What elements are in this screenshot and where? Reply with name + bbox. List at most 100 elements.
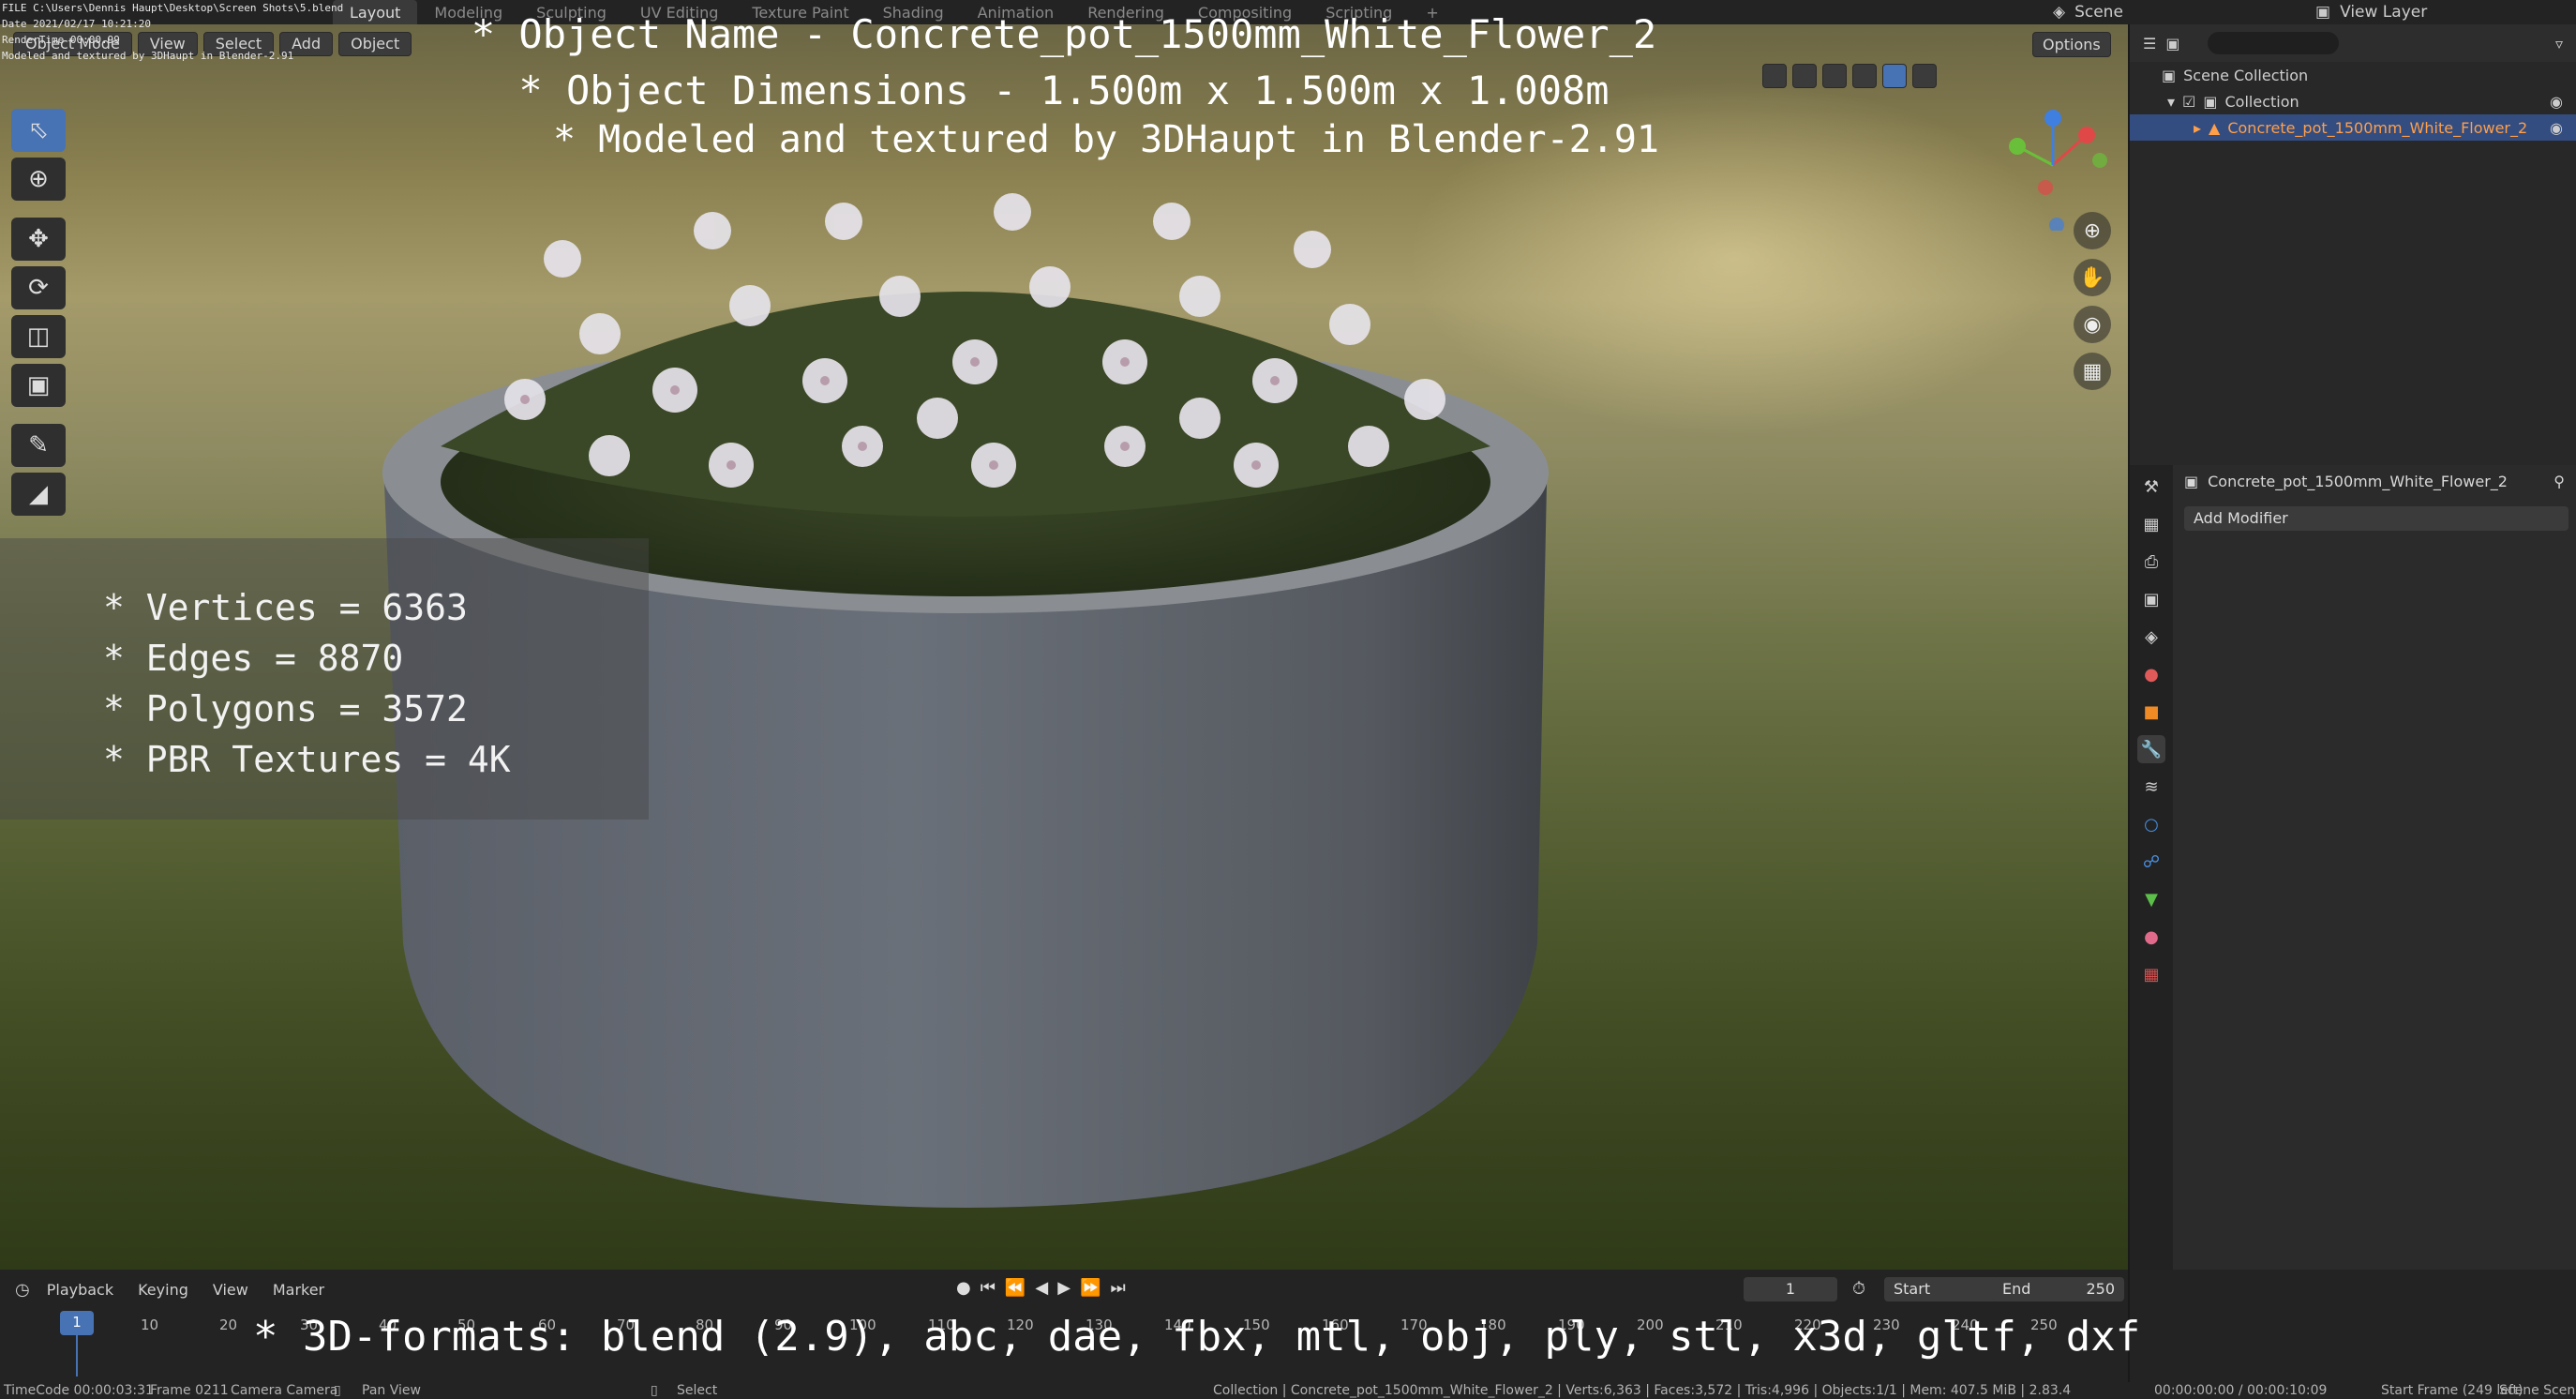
status-bar: TimeCode 00:00:03:31 Frame 0211 Camera C… bbox=[0, 1382, 2576, 1399]
play-icon[interactable]: ▶ bbox=[1057, 1278, 1071, 1298]
display-mode-icon[interactable]: ☰ bbox=[2143, 35, 2156, 53]
collection-label: Collection bbox=[2224, 92, 2299, 111]
object-label: Concrete_pot_1500mm_White_Flower_2 bbox=[2227, 118, 2528, 137]
checkbox-icon[interactable]: ☑ bbox=[2182, 93, 2195, 111]
chevron-down-icon[interactable]: ▾ bbox=[2167, 93, 2175, 111]
status-pan-view: Pan View bbox=[362, 1383, 421, 1398]
viewport-navigation: ⊕ ✋ ◉ ▦ bbox=[2074, 212, 2111, 390]
ruler-tick: 20 bbox=[219, 1316, 238, 1333]
status-camera: Camera Camera bbox=[231, 1383, 338, 1398]
end-value: 250 bbox=[2086, 1280, 2115, 1298]
timeline-side-area bbox=[2128, 1270, 2576, 1382]
outliner-search-input[interactable] bbox=[2208, 32, 2340, 54]
output-tab-icon[interactable]: ⎙ bbox=[2137, 548, 2165, 576]
material-tab-icon[interactable]: ● bbox=[2137, 923, 2165, 951]
view-layer-selector[interactable]: ▣ View Layer bbox=[2315, 0, 2427, 24]
stopwatch-icon[interactable]: ⏱ bbox=[1852, 1279, 1865, 1299]
collection-row[interactable]: ▾ ☑ ▣ Collection ◉ bbox=[2130, 88, 2576, 114]
tool-tab-icon[interactable]: ⚒ bbox=[2137, 473, 2165, 501]
end-frame-field[interactable]: End 250 bbox=[1993, 1277, 2124, 1301]
annotate-icon[interactable]: ✎ bbox=[11, 424, 66, 467]
chevron-right-icon[interactable]: ▸ bbox=[2194, 119, 2201, 137]
render-tab-icon[interactable]: ▦ bbox=[2137, 510, 2165, 538]
prev-keyframe-icon[interactable]: ⏪ bbox=[1005, 1278, 1026, 1298]
cursor-icon[interactable]: ⊕ bbox=[11, 158, 66, 201]
scene-tab-icon[interactable]: ◈ bbox=[2137, 623, 2165, 651]
next-keyframe-icon[interactable]: ⏩ bbox=[1080, 1278, 1101, 1298]
tool-shelf: ⬁ ⊕ ✥ ⟳ ◫ ▣ ✎ ◢ bbox=[11, 109, 66, 516]
view-icon[interactable]: ▣ bbox=[2165, 35, 2179, 53]
scene-collection-label: Scene Collection bbox=[2183, 66, 2309, 84]
formats-caption: * 3D-formats: blend (2.9), abc, dae, fbx… bbox=[253, 1313, 2141, 1361]
status-select: Select bbox=[677, 1383, 718, 1398]
texture-tab-icon[interactable]: ▦ bbox=[2137, 960, 2165, 988]
constraints-tab-icon[interactable]: ☍ bbox=[2137, 848, 2165, 876]
collection-icon: ▣ bbox=[2162, 66, 2177, 84]
object-name-caption: * Object Name - Concrete_pot_1500mm_Whit… bbox=[471, 11, 1657, 57]
start-label: Start bbox=[1894, 1280, 1931, 1298]
pan-hand-icon[interactable]: ✋ bbox=[2074, 259, 2111, 296]
measure-icon[interactable]: ◢ bbox=[11, 473, 66, 516]
playback-controls: ● ⏮ ⏪ ◀ ▶ ⏩ ⏭ bbox=[956, 1278, 1126, 1298]
playhead-line bbox=[76, 1335, 78, 1376]
record-icon[interactable]: ● bbox=[956, 1278, 971, 1298]
textures-stat: * PBR Textures = 4K bbox=[103, 739, 511, 780]
collection-icon: ▣ bbox=[2203, 92, 2218, 111]
scene-collection-row[interactable]: ▣ Scene Collection bbox=[2130, 62, 2576, 88]
mouse-icon: ▯ bbox=[334, 1383, 341, 1398]
properties-tabs: ⚒ ▦ ⎙ ▣ ◈ ● ■ 🔧 ≋ ○ ☍ ▼ ● ▦ bbox=[2130, 465, 2173, 1270]
polygons-stat: * Polygons = 3572 bbox=[103, 688, 468, 730]
scale-icon[interactable]: ◫ bbox=[11, 315, 66, 358]
play-reverse-icon[interactable]: ◀ bbox=[1035, 1278, 1048, 1298]
properties-header: ▣ Concrete_pot_1500mm_White_Flower_2 ⚲ bbox=[2173, 465, 2576, 497]
rotate-icon[interactable]: ⟳ bbox=[11, 266, 66, 309]
jump-start-icon[interactable]: ⏮ bbox=[981, 1278, 996, 1298]
author-caption: * Modeled and textured by 3DHaupt in Ble… bbox=[552, 118, 1660, 161]
ortho-grid-icon[interactable]: ▦ bbox=[2074, 353, 2111, 390]
zoom-icon[interactable]: ⊕ bbox=[2074, 212, 2111, 249]
object-dimensions-caption: * Object Dimensions - 1.500m x 1.500m x … bbox=[518, 68, 1610, 113]
eye-icon[interactable]: ◉ bbox=[2550, 119, 2563, 137]
data-tab-icon[interactable]: ▼ bbox=[2137, 885, 2165, 913]
camera-view-icon[interactable]: ◉ bbox=[2074, 306, 2111, 343]
tool-separator bbox=[11, 206, 66, 212]
status-scene: Scene Scene bbox=[2499, 1383, 2576, 1398]
status-frame: Frame 0211 bbox=[150, 1383, 229, 1398]
vertices-stat: * Vertices = 6363 bbox=[103, 587, 468, 628]
edges-stat: * Edges = 8870 bbox=[103, 638, 404, 679]
world-tab-icon[interactable]: ● bbox=[2137, 660, 2165, 688]
timeline-header: ◷ Playback Keying View Marker ● ⏮ ⏪ ◀ ▶ … bbox=[0, 1270, 2128, 1309]
move-icon[interactable]: ✥ bbox=[11, 218, 66, 261]
menu-keying[interactable]: Keying bbox=[130, 1281, 196, 1299]
eye-icon[interactable]: ◉ bbox=[2550, 93, 2563, 111]
jump-end-icon[interactable]: ⏭ bbox=[1110, 1278, 1125, 1298]
status-timecode: TimeCode 00:00:03:31 bbox=[4, 1383, 154, 1398]
physics-tab-icon[interactable]: ○ bbox=[2137, 810, 2165, 838]
stats-panel: * Vertices = 6363 * Edges = 8870 * Polyg… bbox=[0, 538, 649, 820]
outliner-panel: ☰ ▣ ▿ ▣ Scene Collection ▾ ☑ ▣ Collectio… bbox=[2128, 24, 2576, 465]
end-label: End bbox=[2002, 1280, 2031, 1298]
modifier-tab-icon[interactable]: 🔧 bbox=[2137, 735, 2165, 763]
view-layer-label: View Layer bbox=[2340, 3, 2428, 22]
filter-icon[interactable]: ▿ bbox=[2555, 35, 2563, 53]
playhead[interactable]: 1 bbox=[60, 1311, 94, 1335]
menu-timeline-view[interactable]: View bbox=[205, 1281, 256, 1299]
properties-panel: ⚒ ▦ ⎙ ▣ ◈ ● ■ 🔧 ≋ ○ ☍ ▼ ● ▦ ▣ Concrete_p… bbox=[2128, 465, 2576, 1270]
editor-type-icon[interactable]: ◷ bbox=[15, 1280, 30, 1300]
object-tab-icon[interactable]: ■ bbox=[2137, 698, 2165, 726]
current-frame-field[interactable]: 1 bbox=[1744, 1277, 1837, 1301]
status-time: 00:00:00:00 / 00:00:10:09 bbox=[2154, 1383, 2328, 1398]
view-layer-tab-icon[interactable]: ▣ bbox=[2137, 585, 2165, 613]
menu-playback[interactable]: Playback bbox=[39, 1281, 121, 1299]
particles-tab-icon[interactable]: ≋ bbox=[2137, 773, 2165, 801]
blender-window: Layout Modeling Sculpting UV Editing Tex… bbox=[0, 0, 2576, 1399]
menu-marker[interactable]: Marker bbox=[265, 1281, 332, 1299]
object-row[interactable]: ▸ ▲ Concrete_pot_1500mm_White_Flower_2 ◉ bbox=[2130, 114, 2576, 141]
properties-object-name: Concrete_pot_1500mm_White_Flower_2 bbox=[2208, 472, 2508, 490]
transform-icon[interactable]: ▣ bbox=[11, 364, 66, 407]
outliner-header: ☰ ▣ ▿ bbox=[2130, 24, 2576, 62]
view-layer-icon: ▣ bbox=[2315, 3, 2331, 22]
object-icon: ▣ bbox=[2184, 472, 2199, 490]
pin-icon[interactable]: ⚲ bbox=[2554, 473, 2565, 490]
add-modifier-dropdown[interactable]: Add Modifier bbox=[2184, 506, 2569, 531]
